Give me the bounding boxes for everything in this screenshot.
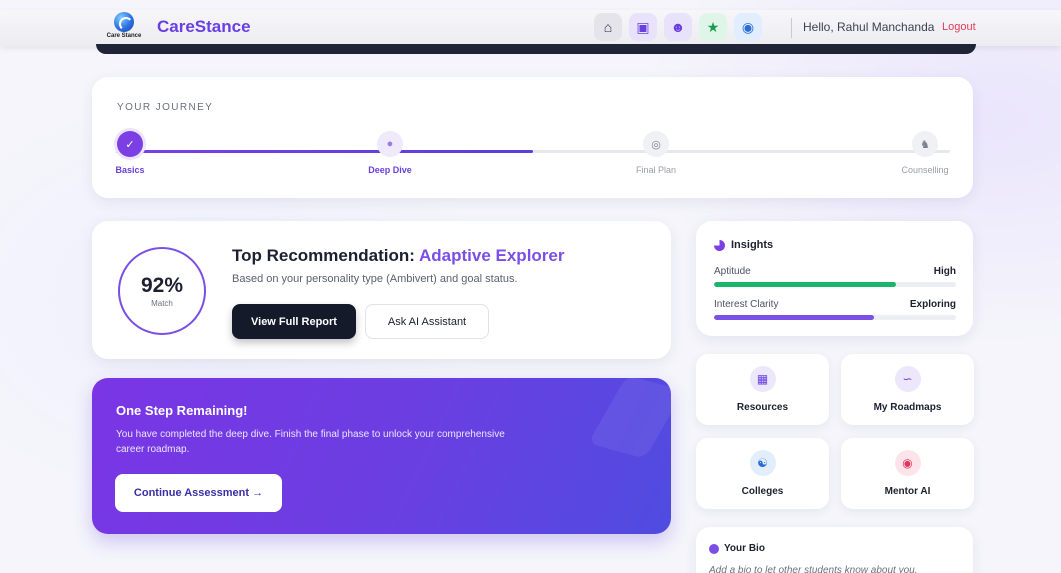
tile-label: Resources [736,402,789,413]
users-icon[interactable]: ☻ [664,13,692,41]
step-final-plan[interactable]: ◎ Final Plan [606,131,706,175]
tile-label: Mentor AI [884,486,931,497]
recommendation-subtitle: Based on your personality type (Ambivert… [232,273,518,285]
step-basics[interactable]: ✓ Basics [80,131,180,175]
bio-title: Your Bio [709,543,765,554]
step-deep-dive[interactable]: ● Deep Dive [340,131,440,175]
insight-bar [714,315,956,320]
home-icon[interactable]: ⌂ [594,13,622,41]
bio-placeholder[interactable]: Add a bio to let other students know abo… [709,565,917,573]
bio-card: Your Bio Add a bio to let other students… [696,527,973,573]
continue-assessment-button[interactable]: Continue Assessment → [115,474,282,512]
insight-row-interest-clarity: Interest Clarity Exploring [714,299,956,320]
tile-mentor-ai[interactable]: ◉ Mentor AI [841,438,974,509]
help-icon[interactable]: ◉ [734,13,762,41]
check-icon: ✓ [117,131,143,157]
brain-icon: ● [377,131,403,157]
insights-title-text: Insights [731,239,774,251]
recommendation-card: 92% Match Top Recommendation: Adaptive E… [92,221,671,359]
insight-bar-fill [714,282,896,287]
banner-text: You have completed the deep dive. Finish… [116,429,505,455]
insight-row-aptitude: Aptitude High [714,266,956,287]
header-underline [96,44,976,54]
insights-card: Insights Aptitude High Interest Clarity … [696,221,973,336]
tile-colleges[interactable]: ☯ Colleges [696,438,829,509]
step-label: Basics [115,165,145,175]
match-score-ring: 92% Match [118,247,206,335]
bot-icon[interactable]: ▣ [629,13,657,41]
pie-chart-icon [714,239,725,251]
target-icon: ◎ [643,131,669,157]
tile-resources[interactable]: ▦ Resources [696,354,829,425]
view-full-report-button[interactable]: View Full Report [232,304,356,339]
step-label: Deep Dive [368,165,412,175]
recommendation-title-prefix: Top Recommendation: [232,246,419,265]
insights-title: Insights [714,239,773,251]
chat-icon: ◉ [894,450,921,476]
ask-ai-assistant-button[interactable]: Ask AI Assistant [365,304,489,339]
route-icon: ∽ [894,366,921,392]
star-icon[interactable]: ★ [699,13,727,41]
insight-bar-fill [714,315,874,320]
top-navbar: Care Stance CareStance ⌂ ▣ ☻ ★ ◉ Hello, … [0,10,1061,46]
brand-name[interactable]: CareStance [157,17,251,37]
header-divider [791,18,792,38]
insight-value: High [933,266,956,277]
insight-value: Exploring [909,299,956,310]
logo[interactable]: Care Stance [103,12,145,46]
tile-my-roadmaps[interactable]: ∽ My Roadmaps [841,354,974,425]
step-counselling[interactable]: ♞ Counselling [875,131,975,175]
step-label: Final Plan [635,165,677,175]
bio-title-text: Your Bio [724,543,765,554]
insight-bar [714,282,956,287]
match-label: Match [151,299,173,308]
journey-track [116,150,950,153]
insight-label: Aptitude [714,266,751,277]
tile-label: Colleges [741,486,784,497]
nav-icons: ⌂ ▣ ☻ ★ ◉ [594,13,762,41]
decorative-shape [587,378,671,459]
user-greeting: Hello, Rahul Manchanda [803,20,935,34]
user-icon [709,543,719,554]
logo-icon [114,12,134,32]
next-step-banner: One Step Remaining! You have completed t… [92,378,671,534]
logout-link[interactable]: Logout [942,21,976,33]
match-value: 92% [140,274,184,297]
building-icon: ☯ [749,450,776,476]
logo-text: Care Stance [106,33,142,39]
tile-label: My Roadmaps [873,402,942,413]
counsellor-icon: ♞ [912,131,938,157]
journey-title: YOUR JOURNEY [117,102,214,113]
journey-card: YOUR JOURNEY ✓ Basics ● Deep Dive ◎ Fina… [92,77,973,198]
banner-title: One Step Remaining! [116,403,248,418]
recommendation-title-accent: Adaptive Explorer [419,246,565,265]
recommendation-title: Top Recommendation: Adaptive Explorer [232,246,565,266]
book-icon: ▦ [749,366,776,392]
step-label: Counselling [901,165,949,175]
